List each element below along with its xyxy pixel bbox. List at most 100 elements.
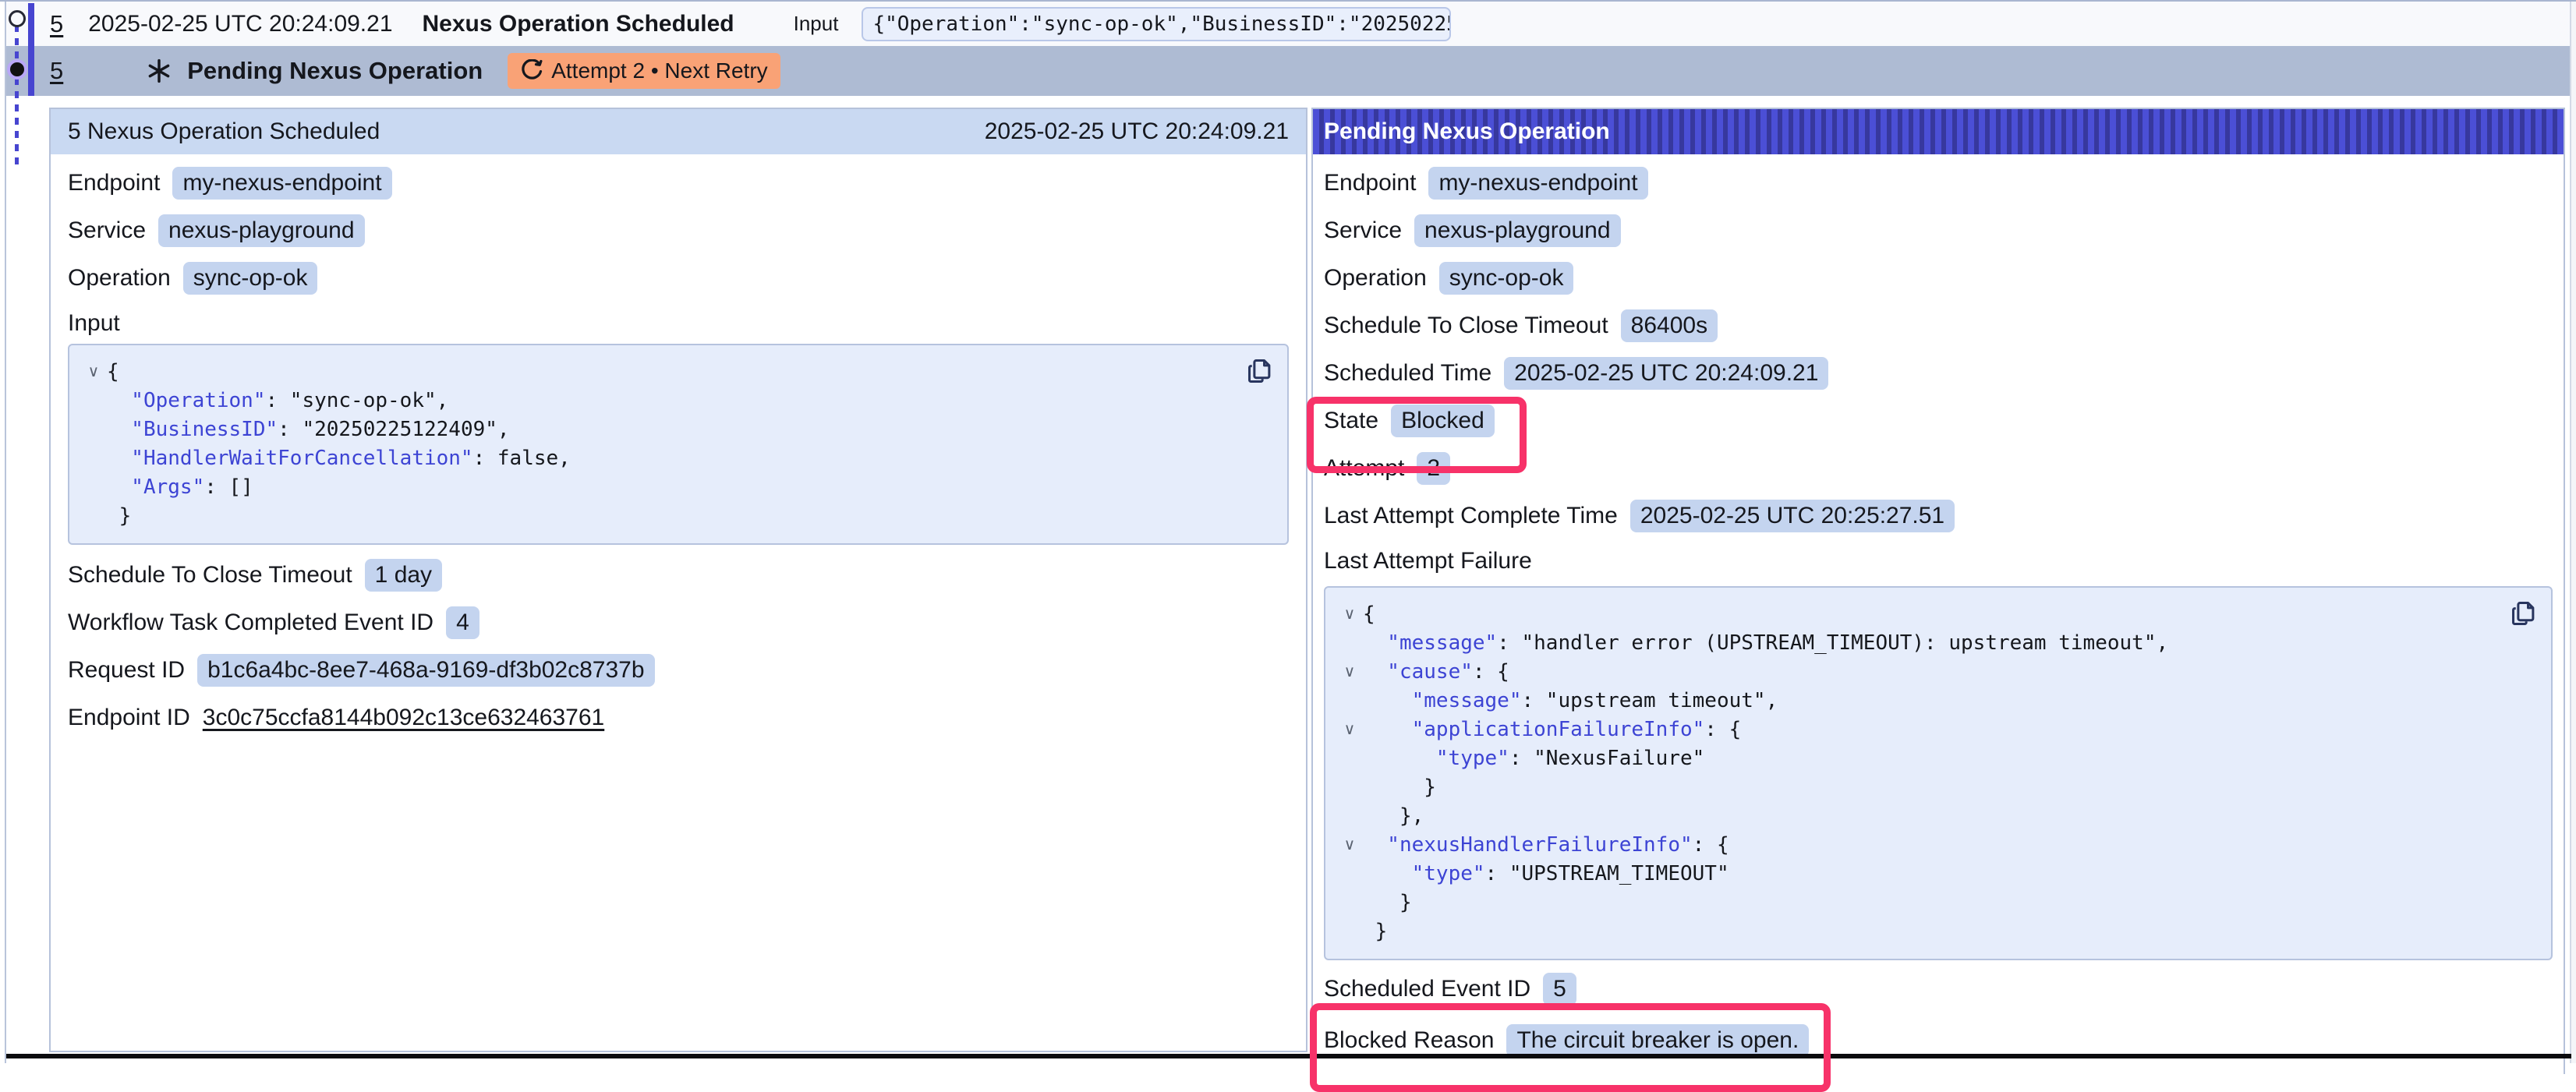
pending-operation-row[interactable]: 5 Pending Nexus Operation Attempt 2 • Ne… (6, 46, 2570, 96)
code-gutter (1336, 917, 1363, 946)
field-value-badge: 4 (446, 606, 479, 639)
field-value-badge: 5 (1543, 973, 1576, 1005)
code-gutter (1336, 629, 1363, 658)
field-operation: Operation sync-op-ok (1324, 262, 2553, 295)
code-line-text: "BusinessID": "20250225122409", (107, 415, 510, 444)
code-line: "Operation": "sync-op-ok", (80, 387, 1233, 415)
event-detail-header: 5 Nexus Operation Scheduled 2025-02-25 U… (51, 109, 1306, 154)
field-state: State Blocked (1324, 405, 2553, 437)
code-line-text: "cause": { (1363, 658, 1509, 687)
code-gutter (1336, 860, 1363, 889)
blocked-reason-badge: The circuit breaker is open. (1506, 1024, 1809, 1057)
event-id-link[interactable]: 5 (50, 10, 63, 38)
code-line: "type": "UPSTREAM_TIMEOUT" (1336, 860, 2496, 889)
field-value-badge: 2025-02-25 UTC 20:24:09.21 (1504, 357, 1828, 390)
field-request-id: Request ID b1c6a4bc-8ee7-468a-9169-df3b0… (68, 654, 1289, 687)
field-value-badge: sync-op-ok (1439, 262, 1574, 295)
code-line-text: "nexusHandlerFailureInfo": { (1363, 831, 1729, 860)
code-gutter (1336, 773, 1363, 802)
collapse-caret-icon[interactable]: ∨ (1336, 831, 1363, 860)
attempt-badge-text: Attempt 2 • Next Retry (551, 58, 767, 83)
pending-detail-card: Pending Nexus Operation Endpoint my-nexu… (1311, 108, 2565, 1074)
event-detail-card: 5 Nexus Operation Scheduled 2025-02-25 U… (49, 108, 1307, 1052)
code-line-text: } (1363, 773, 1436, 802)
field-value-badge: sync-op-ok (183, 262, 318, 295)
code-line: "HandlerWaitForCancellation": false, (80, 444, 1233, 473)
field-value-badge: my-nexus-endpoint (1428, 167, 1647, 200)
field-scheduled-event-id: Scheduled Event ID 5 (1324, 973, 2553, 1005)
field-value-badge: 1 day (365, 559, 442, 592)
code-line-text: { (1363, 600, 1375, 629)
field-attempt: Attempt 2 (1324, 452, 2553, 485)
field-last-attempt-complete-time: Last Attempt Complete Time 2025-02-25 UT… (1324, 500, 2553, 532)
code-line: ∨{ (80, 358, 1233, 387)
input-label: Input (794, 12, 839, 36)
code-line-text: "message": "upstream timeout", (1363, 687, 1778, 716)
endpoint-id-link[interactable]: 3c0c75ccfa8144b092c13ce632463761 (203, 705, 604, 731)
field-endpoint: Endpoint my-nexus-endpoint (1324, 167, 2553, 200)
event-history-row[interactable]: 5 2025-02-25 UTC 20:24:09.21 Nexus Opera… (6, 2, 2570, 46)
code-gutter (80, 444, 107, 473)
pending-detail-title: Pending Nexus Operation (1324, 118, 1610, 145)
collapse-caret-icon[interactable]: ∨ (80, 358, 107, 387)
field-value-badge: 86400s (1621, 309, 1718, 342)
event-title: Nexus Operation Scheduled (423, 11, 734, 37)
page-left-border (5, 2, 6, 1063)
code-line-text: }, (1363, 802, 1424, 831)
pending-id-link[interactable]: 5 (50, 57, 63, 85)
code-line: ∨"cause": { (1336, 658, 2496, 687)
code-gutter (80, 415, 107, 444)
scrollbar-track[interactable] (2570, 2, 2576, 1063)
code-line: "BusinessID": "20250225122409", (80, 415, 1233, 444)
code-gutter (1336, 687, 1363, 716)
timeline-dashed-connector (15, 25, 19, 165)
code-gutter (80, 502, 107, 531)
collapse-caret-icon[interactable]: ∨ (1336, 658, 1363, 687)
field-service: Service nexus-playground (68, 214, 1289, 247)
field-blocked-reason: Blocked Reason The circuit breaker is op… (1324, 1024, 2553, 1057)
timeline-node-current-icon (7, 59, 27, 80)
code-line: } (1336, 773, 2496, 802)
code-line-text: "HandlerWaitForCancellation": false, (107, 444, 571, 473)
code-line: "type": "NexusFailure" (1336, 744, 2496, 773)
code-line-text: "message": "handler error (UPSTREAM_TIME… (1363, 629, 2168, 658)
event-detail-title: 5 Nexus Operation Scheduled (68, 118, 380, 145)
attempt-retry-badge: Attempt 2 • Next Retry (508, 53, 780, 89)
failure-json-code-block: ∨{"message": "handler error (UPSTREAM_TI… (1324, 586, 2553, 960)
copy-icon[interactable] (2509, 599, 2539, 628)
field-schedule-to-close-timeout: Schedule To Close Timeout 1 day (68, 559, 1289, 592)
collapse-caret-icon[interactable]: ∨ (1336, 716, 1363, 744)
event-timestamp: 2025-02-25 UTC 20:24:09.21 (88, 11, 392, 37)
input-section-label: Input (68, 309, 1289, 337)
code-gutter (80, 473, 107, 502)
field-value-badge: my-nexus-endpoint (172, 167, 391, 200)
code-line-text: } (1363, 917, 1387, 946)
code-line-text: "Args": [] (107, 473, 253, 502)
collapse-caret-icon[interactable]: ∨ (1336, 600, 1363, 629)
field-service: Service nexus-playground (1324, 214, 2553, 247)
code-gutter (1336, 744, 1363, 773)
code-line: } (80, 502, 1233, 531)
pending-asterisk-icon (147, 58, 172, 83)
code-line: }, (1336, 802, 2496, 831)
field-schedule-to-close-timeout: Schedule To Close Timeout 86400s (1324, 309, 2553, 342)
code-line: "Args": [] (80, 473, 1233, 502)
event-detail-timestamp: 2025-02-25 UTC 20:24:09.21 (985, 118, 1289, 145)
field-endpoint: Endpoint my-nexus-endpoint (68, 167, 1289, 200)
timeline-active-bar (28, 3, 34, 96)
code-line: "message": "upstream timeout", (1336, 687, 2496, 716)
code-line: ∨{ (1336, 600, 2496, 629)
input-preview-badge[interactable]: {"Operation":"sync-op-ok","BusinessID":"… (862, 7, 1451, 41)
code-line-text: "type": "NexusFailure" (1363, 744, 1704, 773)
field-value-badge: nexus-playground (1414, 214, 1621, 247)
code-line-text: "applicationFailureInfo": { (1363, 716, 1741, 744)
code-line: } (1336, 917, 2496, 946)
field-scheduled-time: Scheduled Time 2025-02-25 UTC 20:24:09.2… (1324, 357, 2553, 390)
pending-title: Pending Nexus Operation (187, 57, 483, 85)
code-line-text: { (107, 358, 119, 387)
code-gutter (1336, 802, 1363, 831)
window-bottom-divider (6, 1054, 2571, 1058)
code-gutter (80, 387, 107, 415)
copy-icon[interactable] (1245, 356, 1275, 386)
input-json-code-block: ∨{"Operation": "sync-op-ok","BusinessID"… (68, 344, 1289, 545)
